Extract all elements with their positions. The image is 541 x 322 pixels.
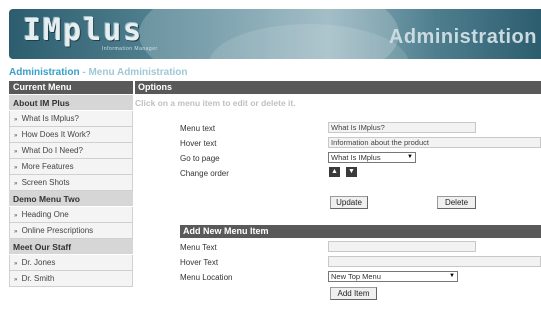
dropdown-arrow-icon: ▼	[449, 273, 455, 279]
dropdown-arrow-icon: ▼	[407, 154, 413, 160]
menu-item[interactable]: » Dr. Jones	[9, 255, 133, 271]
menu-item-label: Screen Shots	[21, 178, 70, 187]
menu-item[interactable]: » What Is IMplus?	[9, 111, 133, 127]
bullet-icon: »	[14, 133, 18, 139]
add-item-button[interactable]: Add Item	[330, 287, 377, 300]
menu-text-field[interactable]: What Is IMplus?	[328, 122, 476, 133]
header-banner: IMplus Information Manager Administratio…	[9, 9, 541, 59]
go-to-page-label: Go to page	[180, 154, 220, 163]
menu-location-select[interactable]: New Top Menu ▼	[328, 271, 458, 282]
chevron-down-icon: ▼	[348, 168, 355, 175]
change-order-label: Change order	[180, 169, 229, 178]
breadcrumb: Administration - Menu Administration	[9, 67, 188, 78]
go-to-page-select[interactable]: What Is IMplus ▼	[328, 152, 416, 163]
menu-item[interactable]: » Heading One	[9, 207, 133, 223]
bullet-icon: »	[14, 277, 18, 283]
bullet-icon: »	[14, 165, 18, 171]
menu-item[interactable]: » What Do I Need?	[9, 143, 133, 159]
new-hover-text-label: Hover Text	[180, 258, 219, 267]
current-menu-panel: Current Menu About IM Plus » What Is IMp…	[9, 81, 133, 287]
menu-item-label: What Is IMplus?	[21, 114, 79, 123]
menu-item[interactable]: » Screen Shots	[9, 175, 133, 191]
menu-item-label: More Features	[21, 162, 74, 171]
menu-item-label: Heading One	[21, 210, 69, 219]
logo-subtitle: Information Manager	[102, 46, 158, 52]
bullet-icon: »	[14, 149, 18, 155]
page-header-title: Administration	[388, 26, 537, 48]
delete-button[interactable]: Delete	[437, 196, 476, 209]
chevron-up-icon: ▲	[331, 168, 338, 175]
menu-section-about[interactable]: About IM Plus	[9, 95, 133, 111]
menu-item[interactable]: » How Does It Work?	[9, 127, 133, 143]
move-down-button[interactable]: ▼	[346, 167, 357, 177]
new-menu-text-label: Menu Text	[180, 243, 217, 252]
new-menu-text-field[interactable]	[328, 241, 476, 252]
menu-location-label: Menu Location	[180, 273, 233, 282]
menu-text-label: Menu text	[180, 124, 216, 133]
breadcrumb-link-administration[interactable]: Administration	[9, 67, 80, 78]
options-hint: Click on a menu item to edit or delete i…	[135, 98, 296, 108]
bullet-icon: »	[14, 213, 18, 219]
add-item-title: Add New Menu Item	[180, 225, 541, 238]
hover-text-label: Hover text	[180, 139, 217, 148]
bullet-icon: »	[14, 181, 18, 187]
update-button[interactable]: Update	[330, 196, 368, 209]
app-logo: IMplus	[23, 13, 144, 48]
menu-item-label: Online Prescriptions	[21, 226, 94, 235]
bullet-icon: »	[14, 229, 18, 235]
bullet-icon: »	[14, 261, 18, 267]
move-up-button[interactable]: ▲	[329, 167, 340, 177]
breadcrumb-current: Menu Administration	[88, 67, 188, 78]
new-hover-text-field[interactable]	[328, 256, 541, 267]
menu-item-label: Dr. Smith	[21, 274, 55, 283]
menu-location-value: New Top Menu	[331, 272, 381, 281]
options-panel: Options Click on a menu item to edit or …	[135, 81, 541, 108]
bullet-icon: »	[14, 117, 18, 123]
options-title: Options	[135, 81, 541, 94]
menu-item[interactable]: » Online Prescriptions	[9, 223, 133, 239]
menu-item[interactable]: » Dr. Smith	[9, 271, 133, 287]
menu-item[interactable]: » More Features	[9, 159, 133, 175]
menu-section-demo[interactable]: Demo Menu Two	[9, 191, 133, 207]
current-menu-title: Current Menu	[9, 81, 133, 94]
menu-item-label: How Does It Work?	[21, 130, 91, 139]
menu-section-staff[interactable]: Meet Our Staff	[9, 239, 133, 255]
hover-text-field[interactable]: Information about the product	[328, 137, 541, 148]
go-to-page-value: What Is IMplus	[331, 153, 381, 162]
menu-item-label: What Do I Need?	[21, 146, 83, 155]
menu-item-label: Dr. Jones	[21, 258, 56, 267]
